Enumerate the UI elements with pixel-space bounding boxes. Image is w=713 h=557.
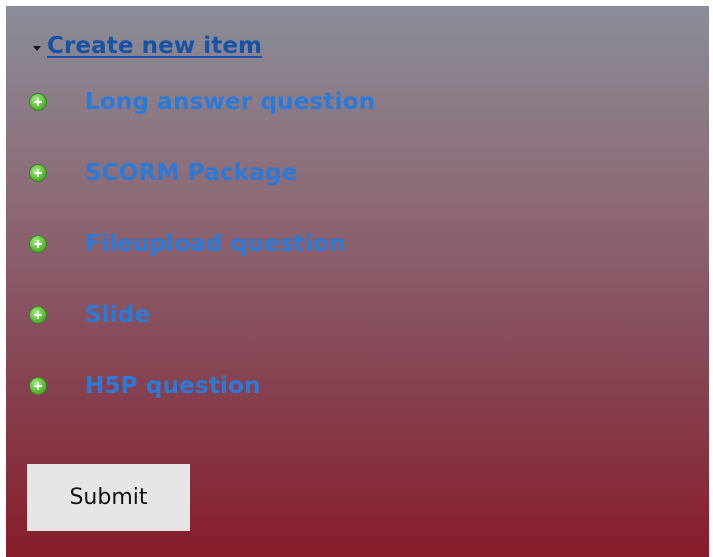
item-type-list: Long answer question SCORM Package Fileu… xyxy=(26,66,375,421)
item-fileupload-question[interactable]: Fileupload question xyxy=(26,208,375,279)
item-label[interactable]: H5P question xyxy=(85,373,261,399)
item-label[interactable]: Slide xyxy=(85,302,150,328)
plus-circle-icon[interactable] xyxy=(29,376,47,395)
plus-circle-icon[interactable] xyxy=(29,163,47,182)
plus-circle-icon[interactable] xyxy=(29,305,47,324)
caret-down-icon[interactable] xyxy=(33,45,41,51)
create-item-panel: Create new item Long answer question SCO… xyxy=(6,6,709,557)
item-h5p-question[interactable]: H5P question xyxy=(26,350,375,421)
item-long-answer-question[interactable]: Long answer question xyxy=(26,66,375,137)
item-label[interactable]: Long answer question xyxy=(85,89,375,115)
plus-circle-icon[interactable] xyxy=(29,234,47,253)
item-label[interactable]: SCORM Package xyxy=(85,160,297,186)
create-new-item-link[interactable]: Create new item xyxy=(47,33,262,59)
section-header[interactable]: Create new item xyxy=(33,28,262,64)
plus-circle-icon[interactable] xyxy=(29,92,47,111)
item-label[interactable]: Fileupload question xyxy=(85,231,346,257)
item-scorm-package[interactable]: SCORM Package xyxy=(26,137,375,208)
submit-button[interactable]: Submit xyxy=(27,464,190,531)
item-slide[interactable]: Slide xyxy=(26,279,375,350)
